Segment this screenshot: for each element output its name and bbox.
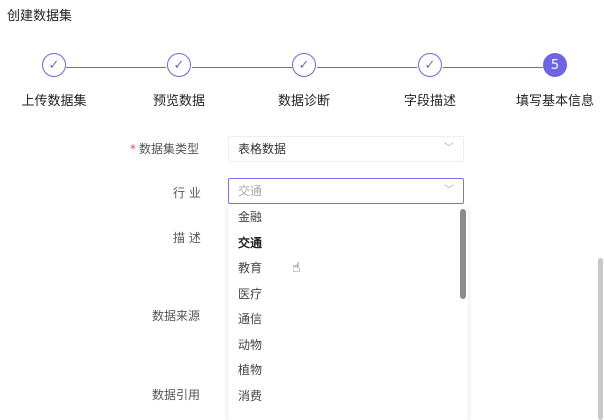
source-label: 数据来源: [152, 309, 201, 323]
step-upload[interactable]: ✓ 上传数据集: [4, 53, 104, 109]
dropdown-option[interactable]: 医疗: [228, 282, 468, 308]
chevron-down-icon: ﹀: [444, 185, 454, 196]
dataset-type-label: * 数据集类型: [130, 142, 200, 156]
description-label: 描 述: [173, 231, 201, 245]
dropdown-option[interactable]: 教育: [228, 256, 468, 282]
step-diagnosis[interactable]: ✓ 数据诊断: [254, 53, 354, 109]
step-progress: ✓ 上传数据集 ✓ 预览数据 ✓ 数据诊断 ✓ 字段描述 5 填写基本信息: [0, 53, 604, 113]
page-title: 创建数据集: [7, 9, 73, 24]
required-asterisk: *: [130, 142, 136, 156]
step-label: 上传数据集: [21, 94, 87, 109]
step-number-badge: 5: [543, 53, 567, 77]
step-preview[interactable]: ✓ 预览数据: [129, 53, 229, 109]
dropdown-option[interactable]: 金融: [228, 205, 468, 231]
step-field-description[interactable]: ✓ 字段描述: [380, 53, 480, 109]
industry-select[interactable]: 交通 ﹀: [228, 178, 464, 204]
industry-dropdown[interactable]: 金融 交通 教育 医疗 通信 动物 植物 消费: [228, 205, 468, 420]
step-label: 数据诊断: [277, 94, 330, 109]
dropdown-option[interactable]: 消费: [228, 384, 468, 410]
dropdown-option-selected[interactable]: 交通: [228, 231, 468, 257]
dropdown-option[interactable]: 通信: [228, 307, 468, 333]
step-label: 预览数据: [152, 94, 205, 109]
check-icon: ✓: [167, 53, 191, 77]
step-label: 字段描述: [403, 94, 456, 109]
dropdown-scrollbar[interactable]: [460, 209, 466, 299]
dataset-type-select[interactable]: 表格数据 ﹀: [228, 136, 464, 162]
check-icon: ✓: [42, 53, 66, 77]
page-scrollbar[interactable]: [598, 258, 603, 420]
chevron-down-icon: ﹀: [444, 143, 454, 154]
dropdown-option[interactable]: 植物: [228, 358, 468, 384]
hand-pointer-icon: ☝: [292, 260, 301, 276]
dropdown-option[interactable]: 动物: [228, 333, 468, 359]
step-label: 填写基本信息: [515, 94, 594, 109]
step-basic-info[interactable]: 5 填写基本信息: [505, 53, 604, 109]
check-icon: ✓: [418, 53, 442, 77]
industry-label: 行 业: [173, 186, 201, 200]
check-icon: ✓: [292, 53, 316, 77]
citation-label: 数据引用: [152, 388, 201, 402]
